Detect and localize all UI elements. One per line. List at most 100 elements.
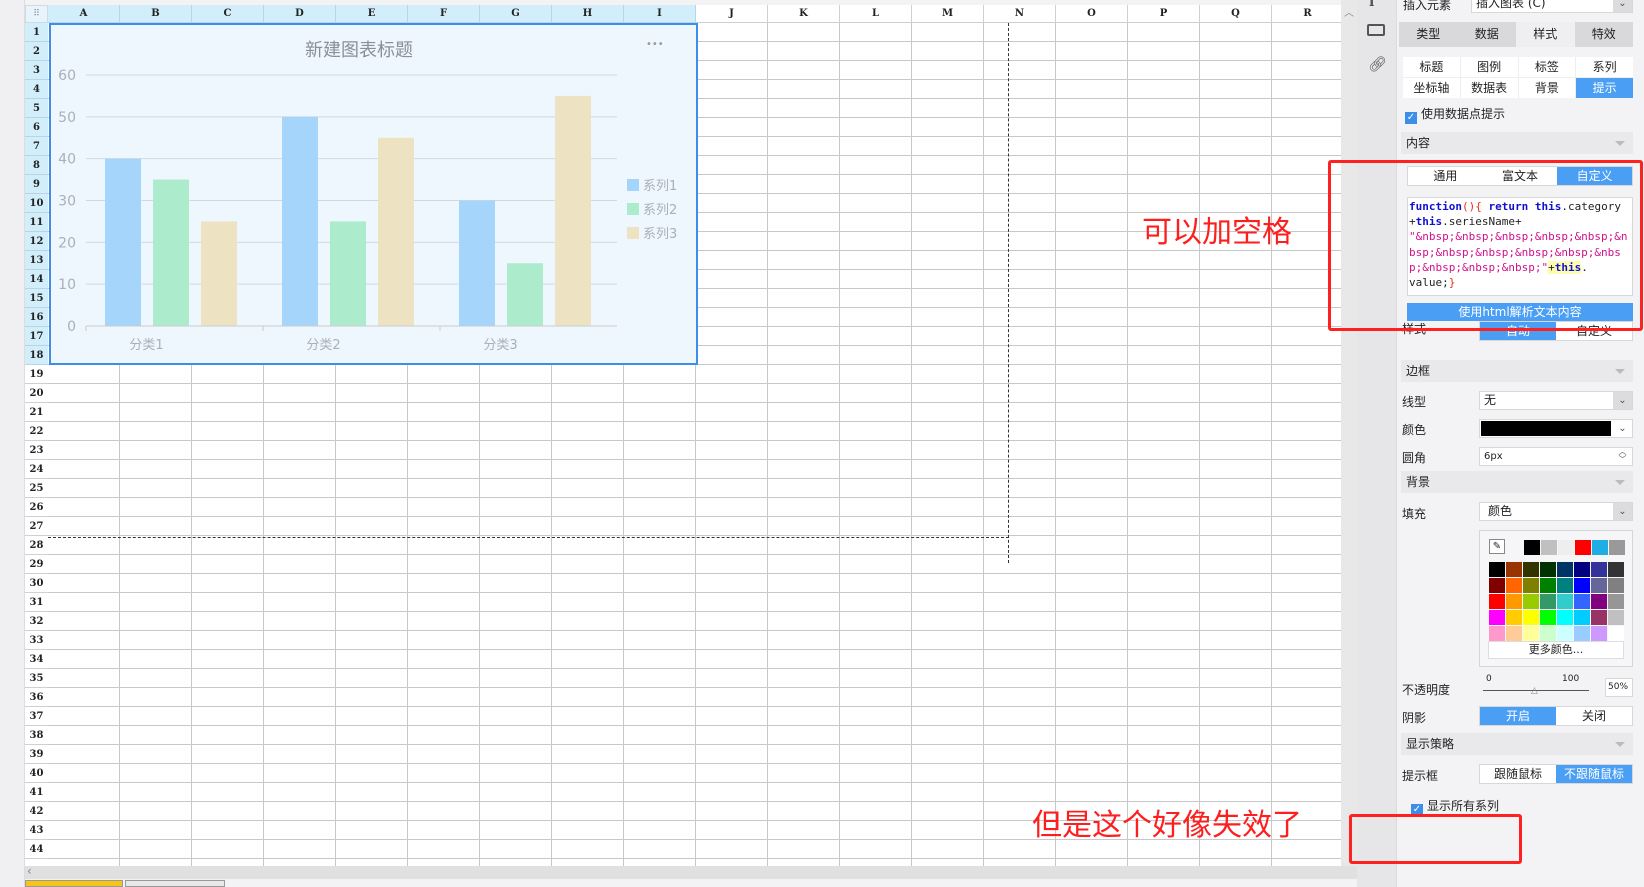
palette-swatch[interactable] [1574, 562, 1590, 577]
column-header[interactable]: D [264, 5, 336, 23]
use-tooltip-checkbox[interactable]: ✓ 使用数据点提示 [1405, 105, 1505, 124]
scroll-up-icon[interactable]: ︿ [1341, 4, 1357, 19]
bar-系列1-分类3[interactable] [459, 200, 495, 327]
palette-swatch[interactable] [1608, 610, 1624, 625]
row-header[interactable]: 16 [25, 308, 48, 327]
row-header[interactable]: 2 [25, 42, 48, 61]
subtab-title[interactable]: 标题 [1403, 57, 1460, 77]
palette-swatch[interactable] [1574, 594, 1590, 609]
legend-item[interactable]: 系列3 [643, 227, 677, 242]
row-header[interactable]: 8 [25, 156, 48, 175]
palette-swatch[interactable] [1523, 578, 1539, 593]
row-header[interactable]: 18 [25, 346, 48, 365]
palette-swatch[interactable] [1608, 594, 1624, 609]
row-header[interactable]: 10 [25, 194, 48, 213]
palette-recent-swatch[interactable] [1541, 540, 1557, 555]
bar-系列1-分类2[interactable] [282, 116, 318, 326]
row-header[interactable]: 31 [25, 593, 48, 612]
tab-type[interactable]: 类型 [1399, 22, 1458, 47]
more-colors-button[interactable]: 更多颜色... [1488, 641, 1624, 659]
palette-swatch[interactable] [1557, 594, 1573, 609]
legend-item[interactable]: 系列1 [643, 179, 677, 194]
spinner-arrows-icon[interactable]: ︿ ﹀ [1613, 448, 1632, 465]
row-header[interactable]: 44 [25, 840, 48, 859]
chart-menu-icon[interactable]: ••• [646, 39, 664, 50]
sheet-tab-2[interactable] [125, 880, 225, 887]
vertical-scrollbar[interactable]: ︿ [1341, 0, 1357, 866]
column-header[interactable]: C [192, 5, 264, 23]
tipbox-follow[interactable]: 跟随鼠标 [1480, 765, 1556, 783]
spreadsheet[interactable]: ⠿ ABCDEFGHIJKLMNOPQR 1 2 3 4 5 6 7 8 9 10 11 12 13 14… [25, 5, 1341, 866]
palette-swatch[interactable] [1591, 562, 1607, 577]
bar-系列3-分类3[interactable] [555, 95, 591, 327]
palette-swatch[interactable] [1506, 562, 1522, 577]
palette-swatch[interactable] [1591, 578, 1607, 593]
tipbox-nofollow[interactable]: 不跟随鼠标 [1556, 765, 1632, 783]
palette-swatch[interactable] [1523, 594, 1539, 609]
column-header[interactable]: O [1056, 5, 1128, 23]
opacity-slider-thumb[interactable]: △ [1531, 686, 1538, 696]
linetype-select[interactable]: 无 ⌄ [1479, 391, 1633, 410]
select-all-grid-icon[interactable]: ⠿ [25, 5, 48, 23]
bar-系列1-分类1[interactable] [105, 158, 141, 326]
row-header[interactable]: 29 [25, 555, 48, 574]
row-header[interactable]: 25 [25, 479, 48, 498]
palette-swatch[interactable] [1574, 578, 1590, 593]
row-header[interactable]: 4 [25, 80, 48, 99]
palette-swatch[interactable] [1557, 562, 1573, 577]
row-header[interactable]: 40 [25, 764, 48, 783]
column-header[interactable]: J [696, 5, 768, 23]
row-header[interactable]: 28 [25, 536, 48, 555]
column-header[interactable]: K [768, 5, 840, 23]
palette-swatch[interactable] [1506, 626, 1522, 641]
tab-style[interactable]: 样式 [1516, 22, 1575, 47]
row-header[interactable]: 43 [25, 821, 48, 840]
palette-swatch[interactable] [1489, 578, 1505, 593]
subtab-series[interactable]: 系列 [1576, 57, 1633, 77]
border-color-picker[interactable]: ⌄ [1479, 419, 1633, 438]
column-header[interactable]: H [552, 5, 624, 23]
row-header[interactable]: 26 [25, 498, 48, 517]
column-header[interactable]: R [1272, 5, 1341, 23]
column-header[interactable]: G [480, 5, 552, 23]
row-header[interactable]: 11 [25, 213, 48, 232]
palette-swatch[interactable] [1574, 626, 1590, 641]
palette-swatch[interactable] [1540, 594, 1556, 609]
row-header[interactable]: 42 [25, 802, 48, 821]
palette-swatch[interactable] [1540, 610, 1556, 625]
subtab-tooltip[interactable]: 提示 [1576, 78, 1633, 98]
row-header[interactable]: 35 [25, 669, 48, 688]
row-header[interactable]: 38 [25, 726, 48, 745]
row-header[interactable]: 19 [25, 365, 48, 384]
row-header[interactable]: 6 [25, 118, 48, 137]
palette-swatch[interactable] [1523, 562, 1539, 577]
sheet-tab-1[interactable] [25, 880, 123, 887]
row-header[interactable]: 21 [25, 403, 48, 422]
column-header[interactable]: M [912, 5, 984, 23]
palette-swatch[interactable] [1608, 578, 1624, 593]
palette-recent-swatch[interactable] [1524, 540, 1540, 555]
row-header[interactable]: 24 [25, 460, 48, 479]
palette-recent-swatch[interactable] [1558, 540, 1574, 555]
insert-chart-select[interactable]: 插入图表 (C) ⌄ [1471, 0, 1633, 13]
column-header[interactable]: A [48, 5, 120, 23]
row-header[interactable]: 30 [25, 574, 48, 593]
row-header[interactable]: 32 [25, 612, 48, 631]
palette-swatch[interactable] [1608, 562, 1624, 577]
row-header[interactable]: 17 [25, 327, 48, 346]
eyedropper-icon[interactable]: ✎ [1489, 539, 1505, 554]
column-header[interactable]: I [624, 5, 696, 23]
bar-系列3-分类1[interactable] [201, 221, 237, 326]
column-header[interactable]: E [336, 5, 408, 23]
shadow-on[interactable]: 开启 [1480, 707, 1556, 725]
palette-swatch[interactable] [1557, 626, 1573, 641]
radius-spinner[interactable]: 6px ︿ ﹀ [1479, 447, 1633, 466]
column-header[interactable]: B [120, 5, 192, 23]
palette-swatch[interactable] [1608, 626, 1624, 641]
palette-swatch[interactable] [1557, 578, 1573, 593]
column-header[interactable]: F [408, 5, 480, 23]
subtab-legend[interactable]: 图例 [1460, 57, 1518, 77]
column-header[interactable]: N [984, 5, 1056, 23]
subtab-datasheet[interactable]: 数据表 [1460, 78, 1518, 98]
bar-系列2-分类3[interactable] [507, 263, 543, 326]
